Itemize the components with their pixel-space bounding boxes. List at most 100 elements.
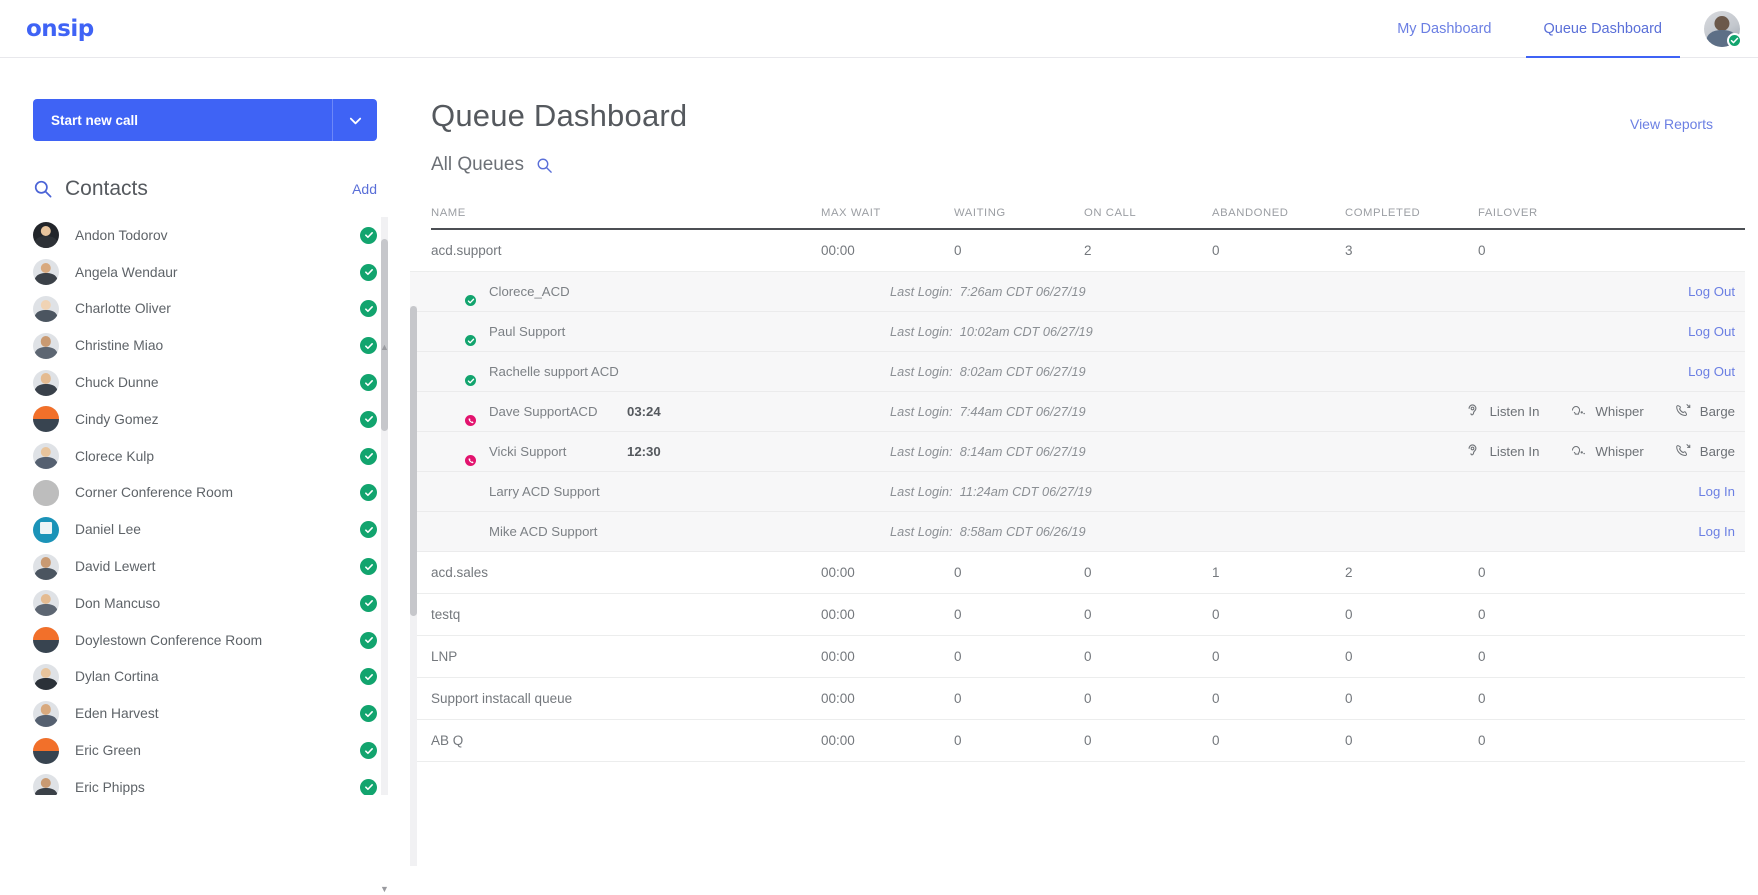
add-contact-button[interactable]: Add bbox=[352, 181, 377, 197]
column-header-on-call: ON CALL bbox=[1084, 207, 1137, 219]
agent-row[interactable]: Dave SupportACD 03:24 Last Login: 7:44am C… bbox=[410, 392, 1745, 432]
contact-list-item[interactable]: Eric Phipps bbox=[0, 769, 410, 795]
queue-row[interactable]: LNP 00:00 0 0 0 0 0 bbox=[410, 636, 1745, 678]
action-label: Barge bbox=[1699, 404, 1735, 419]
table-body: acd.support 00:00 0 2 0 3 0 Clorece_ACD Last Log… bbox=[410, 230, 1758, 762]
log-in-link[interactable]: Log In bbox=[1698, 484, 1745, 499]
contact-list-item[interactable]: Don Mancuso bbox=[0, 585, 410, 622]
contact-list-item[interactable]: Doylestown Conference Room bbox=[0, 622, 410, 659]
queue-name: acd.support bbox=[431, 243, 502, 258]
contact-avatar bbox=[33, 700, 75, 727]
agent-avatar bbox=[448, 318, 477, 347]
contact-avatar bbox=[33, 259, 75, 286]
contact-list-item[interactable]: Cindy Gomez bbox=[0, 401, 410, 438]
start-new-call-button[interactable]: Start new call bbox=[33, 99, 332, 141]
queue-abandoned: 0 bbox=[1212, 243, 1220, 258]
agent-avatar bbox=[448, 478, 475, 505]
user-avatar[interactable] bbox=[1704, 10, 1742, 48]
agent-row[interactable]: Mike ACD Support Last Login: 8:58am CDT 0… bbox=[410, 512, 1745, 552]
queue-row[interactable]: Support instacall queue 00:00 0 0 0 0 0 bbox=[410, 678, 1745, 720]
listen-in-button[interactable]: Listen In bbox=[1464, 402, 1539, 422]
contact-list-item[interactable]: David Lewert bbox=[0, 548, 410, 585]
queue-filter-label[interactable]: All Queues bbox=[431, 154, 524, 176]
whisper-icon bbox=[1569, 442, 1586, 462]
main-scrollbar-thumb[interactable] bbox=[410, 306, 417, 616]
contact-name: Daniel Lee bbox=[75, 522, 141, 538]
contact-avatar bbox=[33, 590, 75, 617]
barge-button[interactable]: Barge bbox=[1674, 402, 1735, 422]
contact-avatar bbox=[33, 295, 75, 322]
listen-in-icon bbox=[1464, 402, 1481, 422]
contact-list-item[interactable]: Corner Conference Room bbox=[0, 475, 410, 512]
contacts-list[interactable]: Andon Todorov Angela Wendaur Charlotte Oli… bbox=[0, 217, 410, 795]
contact-list-item[interactable]: Eden Harvest bbox=[0, 695, 410, 732]
queue-row[interactable]: acd.sales 00:00 0 0 1 2 0 bbox=[410, 552, 1745, 594]
agent-status-available bbox=[464, 374, 477, 387]
queue-row[interactable]: testq 00:00 0 0 0 0 0 bbox=[410, 594, 1745, 636]
queue-row[interactable]: AB Q 00:00 0 0 0 0 0 bbox=[410, 720, 1745, 762]
queue-completed: 0 bbox=[1345, 607, 1353, 622]
contact-list-item[interactable]: Daniel Lee bbox=[0, 511, 410, 548]
queue-max-wait: 00:00 bbox=[821, 733, 855, 748]
action-label: Listen In bbox=[1489, 444, 1540, 459]
queue-waiting: 0 bbox=[954, 649, 962, 664]
contact-list-item[interactable]: Andon Todorov bbox=[0, 217, 410, 254]
agent-status-on-call bbox=[464, 414, 477, 427]
contacts-scrollbar-thumb[interactable] bbox=[381, 239, 388, 431]
tab-my-dashboard[interactable]: My Dashboard bbox=[1371, 0, 1517, 58]
contact-list-item[interactable]: Eric Green bbox=[0, 732, 410, 769]
contact-avatar bbox=[33, 553, 75, 580]
agent-row[interactable]: Clorece_ACD Last Login: 7:26am CDT 06/27/… bbox=[410, 272, 1745, 312]
log-in-link[interactable]: Log In bbox=[1698, 524, 1745, 539]
barge-icon bbox=[1674, 442, 1691, 462]
agent-row[interactable]: Larry ACD Support Last Login: 11:24am CDT… bbox=[410, 472, 1745, 512]
chevron-down-icon[interactable] bbox=[332, 99, 377, 141]
onsip-logo[interactable]: onsip bbox=[26, 16, 94, 42]
agent-row[interactable]: Paul Support Last Login: 10:02am CDT 06/2… bbox=[410, 312, 1745, 352]
contact-list-item[interactable]: Charlotte Oliver bbox=[0, 291, 410, 328]
top-navigation: My Dashboard Queue Dashboard bbox=[1371, 0, 1758, 58]
agent-status-available bbox=[464, 334, 477, 347]
queue-name: AB Q bbox=[431, 733, 464, 748]
agent-row[interactable]: Rachelle support ACD Last Login: 8:02am C… bbox=[410, 352, 1745, 392]
log-out-link[interactable]: Log Out bbox=[1688, 284, 1745, 299]
agent-name: Clorece_ACD bbox=[489, 284, 570, 299]
scroll-up-arrow[interactable]: ▲ bbox=[379, 342, 390, 353]
scroll-down-arrow[interactable]: ▼ bbox=[379, 884, 390, 895]
log-out-link[interactable]: Log Out bbox=[1688, 324, 1745, 339]
agent-row[interactable]: Vicki Support 12:30 Last Login: 8:14am CDT… bbox=[410, 432, 1745, 472]
contact-list-item[interactable]: Clorece Kulp bbox=[0, 438, 410, 475]
agent-status-on-call bbox=[464, 454, 477, 467]
contact-list-item[interactable]: Christine Miao bbox=[0, 327, 410, 364]
contact-avatar bbox=[33, 332, 75, 359]
contact-avatar bbox=[33, 737, 75, 764]
contact-status-available bbox=[360, 742, 377, 760]
listen-in-button[interactable]: Listen In bbox=[1464, 442, 1540, 462]
queue-on-call: 0 bbox=[1084, 691, 1092, 706]
view-reports-link[interactable]: View Reports bbox=[1630, 116, 1713, 132]
tab-queue-dashboard[interactable]: Queue Dashboard bbox=[1518, 0, 1689, 58]
column-header-completed: COMPLETED bbox=[1345, 207, 1421, 219]
contact-status-available bbox=[360, 484, 377, 502]
contact-list-item[interactable]: Dylan Cortina bbox=[0, 659, 410, 696]
whisper-button[interactable]: Whisper bbox=[1569, 402, 1644, 422]
contact-name: Christine Miao bbox=[75, 338, 164, 354]
contact-list-item[interactable]: Angela Wendaur bbox=[0, 254, 410, 291]
agent-last-login: Last Login: 8:58am CDT 06/26/19 bbox=[890, 524, 1086, 539]
contact-name: David Lewert bbox=[75, 559, 156, 575]
left-sidebar: Start new call Contacts Add Andon Todoro… bbox=[0, 58, 410, 894]
queue-max-wait: 00:00 bbox=[821, 565, 855, 580]
barge-button[interactable]: Barge bbox=[1674, 442, 1735, 462]
search-icon[interactable] bbox=[536, 157, 553, 174]
queue-on-call: 0 bbox=[1084, 649, 1092, 664]
search-icon[interactable] bbox=[33, 179, 53, 199]
queue-row[interactable]: acd.support 00:00 0 2 0 3 0 bbox=[410, 230, 1745, 272]
queue-failover: 0 bbox=[1478, 649, 1486, 664]
agent-name: Dave SupportACD bbox=[489, 404, 598, 419]
log-out-link[interactable]: Log Out bbox=[1688, 364, 1745, 379]
whisper-button[interactable]: Whisper bbox=[1569, 442, 1644, 462]
contact-list-item[interactable]: Chuck Dunne bbox=[0, 364, 410, 401]
whisper-icon bbox=[1569, 402, 1586, 422]
queue-filter[interactable]: All Queues bbox=[431, 154, 1758, 176]
queue-on-call: 0 bbox=[1084, 733, 1092, 748]
